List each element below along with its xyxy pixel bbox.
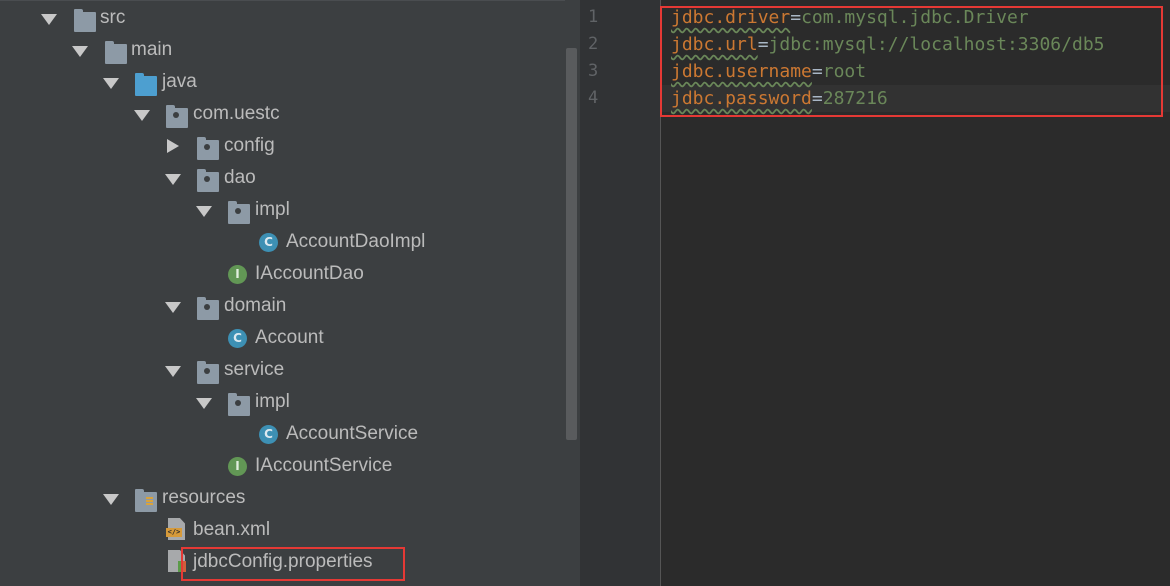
tree-item-java[interactable]: java — [0, 66, 565, 98]
property-value: 287216 — [822, 88, 888, 109]
tree-item-service[interactable]: service — [0, 354, 565, 386]
property-value: root — [822, 61, 867, 82]
chevron-down-icon[interactable] — [100, 66, 122, 98]
package-icon — [197, 297, 219, 320]
property-separator: = — [811, 61, 823, 82]
class-icon: C — [259, 425, 278, 444]
tree-item-label: src — [100, 7, 126, 28]
tree-item-dao[interactable]: dao — [0, 162, 565, 194]
property-separator: = — [811, 88, 823, 109]
chevron-down-icon[interactable] — [100, 482, 122, 514]
tree-item-label: domain — [224, 295, 287, 316]
tree-item-label: impl — [255, 391, 290, 412]
tree-scrollbar-thumb[interactable] — [566, 48, 577, 440]
source-folder-icon — [135, 73, 157, 96]
property-key: jdbc.url — [671, 34, 758, 55]
tree-item-resources[interactable]: resources — [0, 482, 565, 514]
tree-item-label: jdbcConfig.properties — [193, 551, 373, 572]
chevron-down-icon[interactable] — [162, 162, 184, 194]
tree-item-service-impl[interactable]: impl — [0, 386, 565, 418]
tree-item-label: AccountDaoImpl — [286, 231, 426, 252]
tree-item-label: com.uestc — [193, 103, 280, 124]
tree-item-label: impl — [255, 199, 290, 220]
package-icon — [228, 201, 250, 224]
tree-item-jdbc-config-properties[interactable]: jdbcConfig.properties — [0, 546, 565, 578]
folder-icon — [74, 9, 96, 32]
xml-file-icon: </> — [166, 518, 185, 540]
code-editor[interactable]: 1 2 3 4 jdbc.driver=com.mysql.jdbc.Drive… — [580, 0, 1170, 586]
package-icon — [228, 393, 250, 416]
property-value: com.mysql.jdbc.Driver — [801, 7, 1029, 28]
tree-item-domain[interactable]: domain — [0, 290, 565, 322]
chevron-down-icon[interactable] — [131, 98, 153, 130]
tree-item-label: java — [162, 71, 197, 92]
tree-item-account[interactable]: C Account — [0, 322, 565, 354]
tree-item-main[interactable]: main — [0, 34, 565, 66]
tree-item-account-dao-impl[interactable]: C AccountDaoImpl — [0, 226, 565, 258]
interface-icon: I — [228, 265, 247, 284]
chevron-down-icon[interactable] — [162, 354, 184, 386]
tree-item-label: Account — [255, 327, 324, 348]
package-icon — [197, 169, 219, 192]
class-icon: C — [259, 233, 278, 252]
tree-item-label: service — [224, 359, 285, 380]
package-icon — [197, 137, 219, 160]
tree-item-dao-impl[interactable]: impl — [0, 194, 565, 226]
tree-item-iaccount-dao[interactable]: I IAccountDao — [0, 258, 565, 290]
code-line[interactable]: jdbc.url=jdbc:mysql://localhost:3306/db5 — [671, 31, 1105, 58]
chevron-down-icon[interactable] — [38, 2, 60, 34]
tree-item-label: IAccountDao — [255, 263, 364, 284]
chevron-down-icon[interactable] — [193, 194, 215, 226]
line-number: 4 — [588, 88, 599, 108]
property-key: jdbc.driver — [671, 7, 791, 28]
tree-item-iaccount-service[interactable]: I IAccountService — [0, 450, 565, 482]
ide-window: src main java com.uestc config dao impl … — [0, 0, 1170, 586]
code-line[interactable]: jdbc.username=root — [671, 58, 866, 85]
tree-item-label: IAccountService — [255, 455, 393, 476]
tree-item-label: config — [224, 135, 275, 156]
tree-item-label: resources — [162, 487, 246, 508]
tree-item-src[interactable]: src — [0, 2, 565, 34]
code-line[interactable]: jdbc.driver=com.mysql.jdbc.Driver — [671, 4, 1029, 31]
tree-item-label: main — [131, 39, 173, 60]
chevron-down-icon[interactable] — [162, 290, 184, 322]
tree-item-config[interactable]: config — [0, 130, 565, 162]
package-icon — [166, 105, 188, 128]
chevron-right-icon[interactable] — [162, 130, 184, 162]
tree-item-label: dao — [224, 167, 256, 188]
property-value: jdbc:mysql://localhost:3306/db5 — [768, 34, 1105, 55]
property-key: jdbc.username — [671, 61, 812, 82]
panel-border — [0, 0, 580, 1]
tree-item-bean-xml[interactable]: </> bean.xml — [0, 514, 565, 546]
property-separator: = — [757, 34, 769, 55]
code-line[interactable]: jdbc.password=287216 — [671, 85, 888, 112]
interface-icon: I — [228, 457, 247, 476]
line-number: 2 — [588, 34, 599, 54]
class-icon: C — [228, 329, 247, 348]
project-tree-panel: src main java com.uestc config dao impl … — [0, 0, 580, 586]
line-number: 1 — [588, 7, 599, 27]
tree-item-com-uestc[interactable]: com.uestc — [0, 98, 565, 130]
chevron-down-icon[interactable] — [69, 34, 91, 66]
property-separator: = — [790, 7, 802, 28]
properties-file-icon — [168, 550, 186, 572]
chevron-down-icon[interactable] — [193, 386, 215, 418]
tree-item-account-service[interactable]: C AccountService — [0, 418, 565, 450]
property-key: jdbc.password — [671, 88, 812, 109]
resources-folder-icon — [135, 489, 157, 512]
folder-icon — [105, 41, 127, 64]
tree-item-label: AccountService — [286, 423, 419, 444]
line-number: 3 — [588, 61, 599, 81]
tree-item-label: bean.xml — [193, 519, 271, 540]
package-icon — [197, 361, 219, 384]
